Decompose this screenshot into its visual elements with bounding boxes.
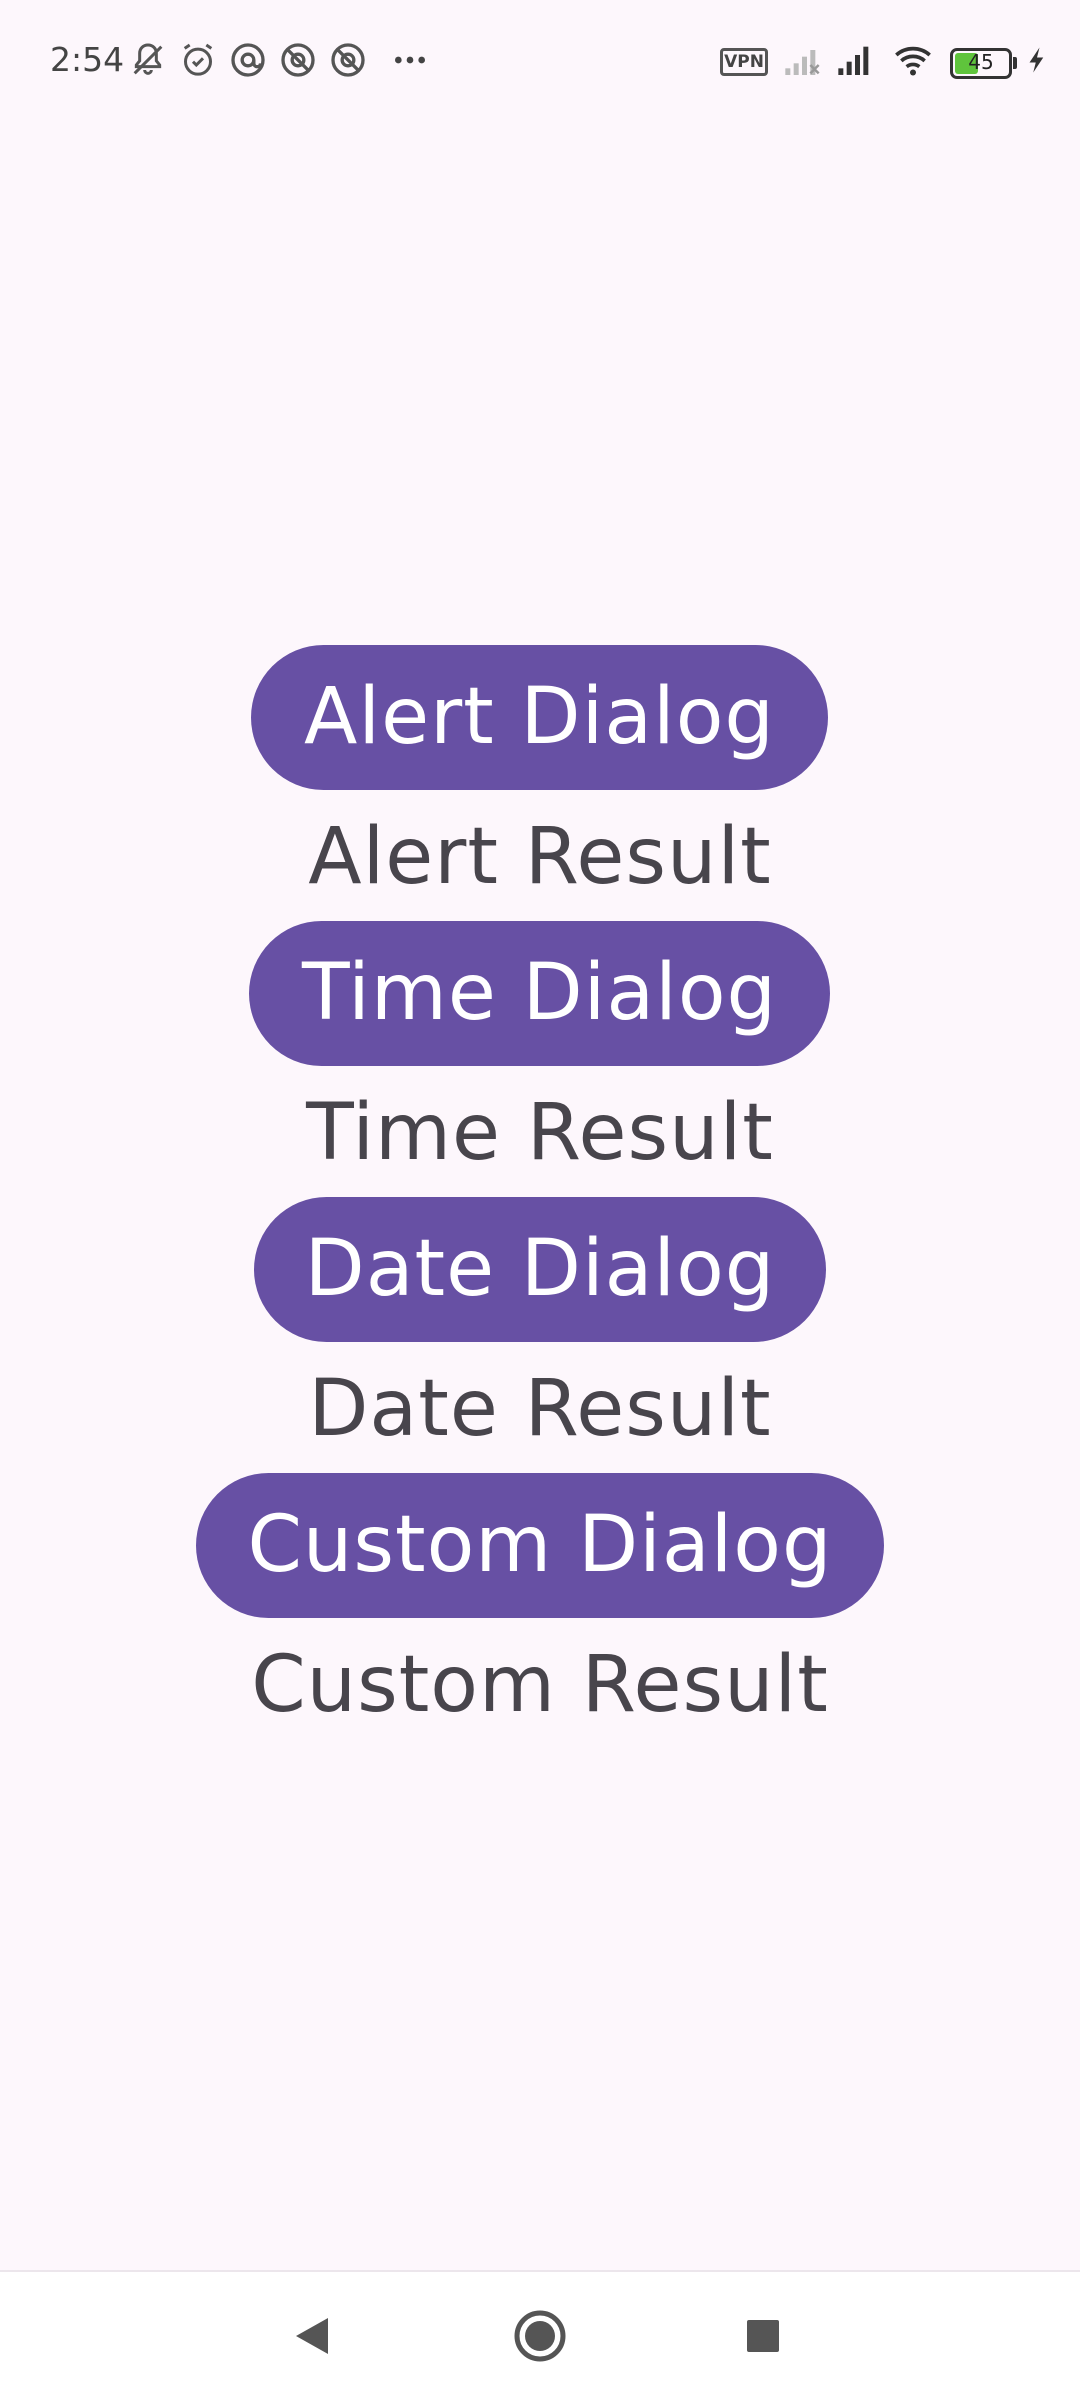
custom-dialog-button[interactable]: Custom Dialog <box>196 1473 884 1618</box>
battery-tip <box>1013 57 1017 69</box>
wifi-icon <box>890 40 936 80</box>
blocked-at-icon <box>328 40 368 80</box>
date-result-text: Date Result <box>308 1364 772 1454</box>
back-triangle-icon[interactable] <box>283 2306 343 2366</box>
custom-result-text: Custom Result <box>251 1640 829 1730</box>
signal-full-icon <box>833 40 877 80</box>
alert-result-text: Alert Result <box>308 812 772 902</box>
status-bar: 2:54 VPN 45 <box>0 0 1080 130</box>
alarm-icon <box>178 40 218 80</box>
status-time: 2:54 <box>50 40 125 79</box>
home-circle-icon[interactable] <box>510 2306 570 2366</box>
alert-dialog-button[interactable]: Alert Dialog <box>251 645 828 790</box>
battery-icon: 45 <box>950 48 1012 79</box>
bell-muted-icon <box>128 40 168 80</box>
time-result-text: Time Result <box>306 1088 774 1178</box>
blocked-at-icon <box>278 40 318 80</box>
recents-square-icon[interactable] <box>733 2306 793 2366</box>
time-dialog-button[interactable]: Time Dialog <box>249 921 830 1066</box>
date-dialog-button[interactable]: Date Dialog <box>254 1197 826 1342</box>
at-icon <box>228 40 268 80</box>
battery-level: 45 <box>968 50 994 74</box>
signal-weak-icon <box>780 40 824 80</box>
more-dots-icon <box>390 40 430 80</box>
vpn-icon: VPN <box>720 48 768 76</box>
charging-icon <box>1022 40 1052 80</box>
